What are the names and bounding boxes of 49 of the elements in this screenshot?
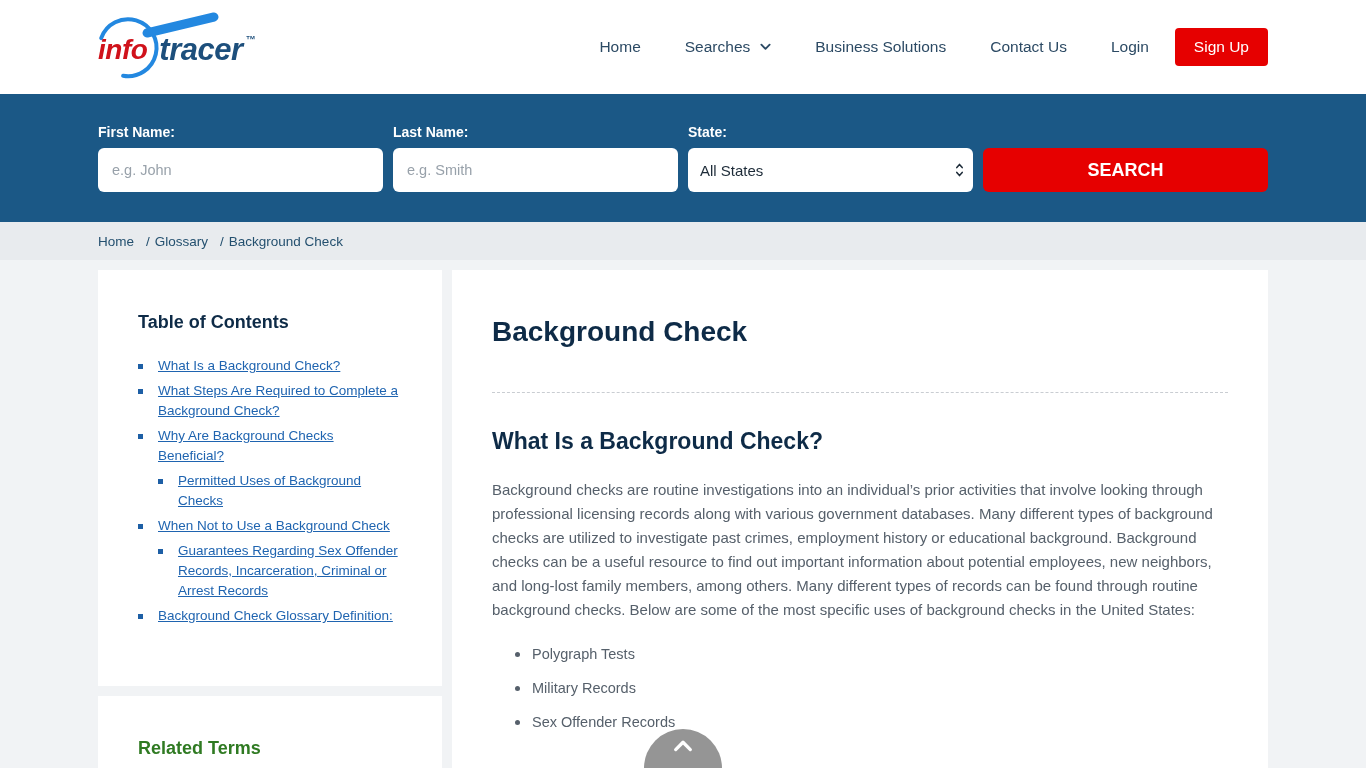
breadcrumb-link[interactable]: Glossary	[154, 233, 209, 249]
bullet-icon	[138, 389, 143, 394]
logo-text: tracer	[159, 34, 243, 65]
chevron-up-icon	[673, 739, 693, 752]
toc-link[interactable]: Guarantees Regarding Sex Offender Records, Incarceration, Criminal or Arrest Records	[178, 541, 402, 601]
bullet-icon	[515, 651, 520, 657]
field-label: Last Name:	[393, 124, 469, 141]
bullet-icon	[138, 524, 143, 529]
field-label: First Name:	[98, 124, 176, 141]
related-terms-title: Related Terms	[138, 737, 262, 760]
list-item: Military Records	[532, 679, 636, 698]
chevron-down-icon	[760, 43, 772, 51]
select-arrows-icon	[956, 163, 963, 177]
breadcrumb-separator: /	[220, 233, 224, 249]
toc-title: Table of Contents	[138, 311, 290, 334]
bullet-icon	[158, 479, 163, 484]
bullet-icon	[138, 434, 143, 439]
section-heading: What Is a Background Check?	[492, 427, 824, 456]
nav-link[interactable]: Home	[599, 38, 641, 56]
nav-link[interactable]: Contact Us	[990, 38, 1067, 56]
breadcrumb-separator: /	[146, 233, 150, 249]
paragraph: Background checks are routine investigations into an individual’s prior activities that involve looking through professional licensing records along with various government databases. Many different types of background checks are utilized to investigate past crimes, employment history or educational background. Background checks can be a useful resource to find out important information about potential employees, new neighbors, and long-lost family members, among others. Many different types of records can be found through routine background checks. Below are some of the most specific uses of background checks in the United States:	[492, 480, 1214, 620]
list-item: Sex Offender Records	[532, 713, 676, 732]
nav-link[interactable]: Business Solutions	[815, 38, 947, 56]
bullet-icon	[138, 364, 143, 369]
breadcrumb-link[interactable]: Background Check	[228, 233, 343, 249]
state-select[interactable]: All States	[688, 148, 973, 192]
toc-link[interactable]: What Is a Background Check?	[158, 356, 341, 376]
toc-link[interactable]: Background Check Glossary Definition:	[158, 606, 393, 626]
toc-link[interactable]: Why Are Background Checks Beneficial?	[158, 426, 402, 466]
bullet-icon	[138, 614, 143, 619]
sign-up-button[interactable]: Sign Up	[1174, 28, 1268, 66]
toc-link[interactable]: What Steps Are Required to Complete a Background Check?	[158, 381, 402, 421]
input-field[interactable]: e.g. John	[98, 148, 383, 192]
bullet-icon	[515, 719, 520, 725]
nav-dropdown[interactable]: Searches	[684, 38, 772, 56]
article-title: Background Check	[492, 315, 749, 349]
nav-link[interactable]: Login	[1110, 38, 1149, 56]
toc-link[interactable]: Permitted Uses of Background Checks	[178, 471, 402, 511]
list-item: Polygraph Tests	[532, 645, 635, 664]
trademark-sign: ™	[245, 35, 255, 45]
field-label: State:	[688, 124, 727, 141]
search-button[interactable]: SEARCH	[983, 148, 1268, 192]
bullet-icon	[515, 685, 520, 691]
toc-link[interactable]: When Not to Use a Background Check	[158, 516, 390, 536]
logo-text: info	[98, 36, 148, 64]
breadcrumb-link[interactable]: Home	[98, 233, 134, 249]
input-field[interactable]: e.g. Smith	[393, 148, 678, 192]
bullet-icon	[158, 549, 163, 554]
